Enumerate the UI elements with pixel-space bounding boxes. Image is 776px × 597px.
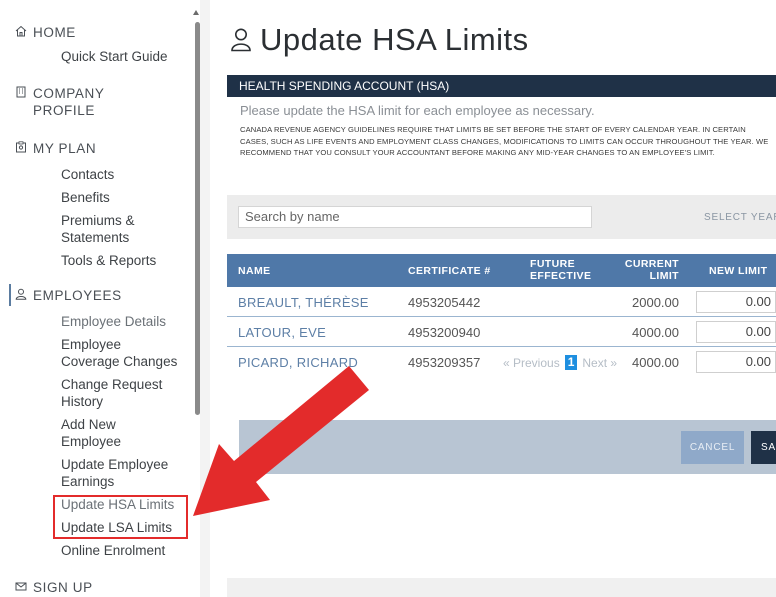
cra-notice: CANADA REVENUE AGENCY GUIDELINES REQUIRE… [240, 125, 769, 157]
nav-sign-up-label: SIGN UP [33, 580, 93, 595]
col-current-line1: CURRENT [624, 258, 679, 270]
intro-text: Please update the HSA limit for each emp… [240, 103, 595, 118]
nav-earnings-line2[interactable]: Earnings [61, 474, 114, 490]
employee-name[interactable]: LATOUR, EVE [238, 326, 326, 340]
nav-premiums-line1[interactable]: Premiums & [61, 213, 135, 229]
nav-sign-up[interactable]: SIGN UP [15, 579, 93, 596]
sidebar: HOME Quick Start Guide COMPANY PROFILE MY… [0, 0, 196, 597]
col-new-limit[interactable]: NEW LIMIT [709, 265, 767, 277]
building-icon [16, 86, 26, 98]
red-arrow-annotation [193, 366, 369, 516]
home-icon [15, 25, 27, 37]
nav-tools-reports[interactable]: Tools & Reports [61, 253, 156, 269]
pagination: « Previous 1 Next » [503, 355, 617, 370]
current-limit: 2000.00 [632, 295, 679, 310]
table-row: LATOUR, EVE 4953200940 4000.00 0.00 [227, 317, 776, 347]
certificate-number: 4953205442 [408, 295, 481, 310]
highlight-box [53, 495, 188, 539]
nav-change-request-line1[interactable]: Change Request [61, 377, 162, 393]
page-title-text: Update HSA Limits [260, 22, 529, 57]
nav-add-employee-line2[interactable]: Employee [61, 434, 121, 450]
new-limit-input[interactable]: 0.00 [696, 321, 776, 343]
employee-name[interactable]: BREAULT, THÉRÈSE [238, 296, 369, 310]
pager-page-1[interactable]: 1 [564, 355, 578, 370]
table-header: NAME CERTIFICATE # FUTURE EFFECTIVE CURR… [227, 254, 776, 287]
nav-employee-details[interactable]: Employee Details [61, 314, 166, 330]
cancel-button[interactable]: CANCEL [681, 431, 744, 464]
nav-employees-label: EMPLOYEES [33, 288, 122, 303]
col-future-line2: EFFECTIVE [530, 270, 592, 282]
col-current-line2: LIMIT [649, 270, 679, 282]
nav-home[interactable]: HOME [15, 24, 76, 41]
select-year-dropdown[interactable]: SELECT YEAR [704, 212, 776, 223]
current-limit: 4000.00 [632, 355, 679, 370]
nav-add-employee-line1[interactable]: Add New [61, 417, 116, 433]
envelope-icon [15, 582, 27, 591]
table-row: BREAULT, THÉRÈSE 4953205442 2000.00 0.00 [227, 287, 776, 317]
nav-home-label: HOME [33, 25, 76, 40]
pager-previous[interactable]: « Previous [503, 356, 560, 370]
section-header: HEALTH SPENDING ACCOUNT (HSA) [227, 75, 776, 97]
nav-earnings-line1[interactable]: Update Employee [61, 457, 168, 473]
footer-panel [227, 578, 776, 597]
user-icon [15, 288, 27, 300]
nav-coverage-line2[interactable]: Coverage Changes [61, 354, 177, 370]
nav-coverage-line1[interactable]: Employee [61, 337, 121, 353]
certificate-number: 4953209357 [408, 355, 481, 370]
pager-next[interactable]: Next » [582, 356, 617, 370]
nav-contacts[interactable]: Contacts [61, 167, 114, 183]
col-certificate[interactable]: CERTIFICATE # [408, 265, 491, 277]
nav-quick-start-guide[interactable]: Quick Start Guide [61, 49, 168, 65]
user-icon [231, 28, 251, 52]
nav-online-enrolment[interactable]: Online Enrolment [61, 543, 165, 559]
col-current-limit[interactable]: CURRENT LIMIT [611, 258, 679, 282]
active-indicator [9, 284, 11, 306]
nav-employees[interactable]: EMPLOYEES [15, 287, 122, 304]
save-button[interactable]: SA [751, 431, 776, 464]
col-name[interactable]: NAME [238, 265, 271, 277]
nav-benefits[interactable]: Benefits [61, 190, 110, 206]
nav-change-request-line2[interactable]: History [61, 394, 103, 410]
page-title: Update HSA Limits [230, 22, 529, 58]
clipboard-icon [16, 141, 26, 153]
col-future-effective[interactable]: FUTURE EFFECTIVE [530, 258, 591, 282]
new-limit-input[interactable]: 0.00 [696, 291, 776, 313]
nav-company-label-1: COMPANY [33, 86, 105, 101]
col-future-line1: FUTURE [530, 258, 575, 270]
nav-company-label-2: PROFILE [33, 103, 95, 118]
scroll-up-arrow[interactable] [193, 10, 199, 15]
nav-company-profile[interactable]: COMPANY PROFILE [16, 85, 105, 119]
nav-premiums-line2[interactable]: Statements [61, 230, 129, 246]
search-input[interactable]: Search by name [238, 206, 592, 228]
nav-my-plan-label: MY PLAN [33, 141, 97, 156]
new-limit-input[interactable]: 0.00 [696, 351, 776, 373]
nav-my-plan[interactable]: MY PLAN [16, 140, 97, 157]
certificate-number: 4953200940 [408, 325, 481, 340]
current-limit: 4000.00 [632, 325, 679, 340]
